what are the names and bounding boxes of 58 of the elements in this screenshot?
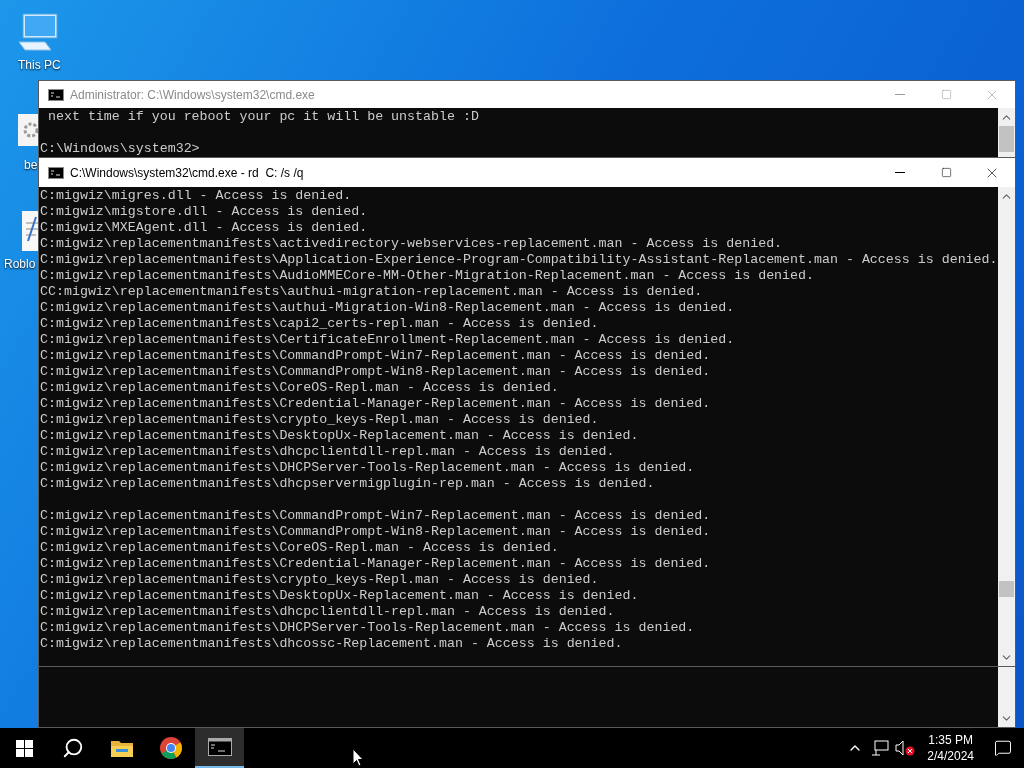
console-line: C:migwiz\migres.dll - Access is denied.: [40, 188, 353, 204]
console-line: C:migwiz\replacementmanifests\Credential-Manager-Replacement.man - Access is denied.: [40, 396, 712, 412]
terminal-icon: [48, 88, 64, 101]
console-line: C:migwiz\replacementmanifests\CommandPrompt-Win8-Replacement.man - Access is denied.: [40, 364, 712, 380]
gear-file-icon: [18, 114, 38, 146]
taskbar-button[interactable]: [195, 728, 244, 768]
console-line: C:migwiz\migstore.dll - Access is denied.: [40, 204, 369, 220]
console-line: C:migwiz\replacementmanifests\CertificateEnrollment-Replacement.man - Access is denied.: [40, 332, 736, 348]
console-line: CC:migwiz\replacementmanifests\authui-migration-replacement.man - Access is denied.: [40, 284, 704, 300]
console-line: C:migwiz\replacementmanifests\crypto_keys-Repl.man - Access is denied.: [40, 412, 600, 428]
console-line: C:migwiz\replacementmanifests\dhcossc-Replacement.man - Access is denied.: [40, 636, 624, 652]
scrollbar-thumb[interactable]: [999, 581, 1014, 597]
console-line: C:migwiz\replacementmanifests\Credential-Manager-Replacement.man - Access is denied.: [40, 556, 712, 572]
console-line: C:migwiz\replacementmanifests\DHCPServer-Tools-Replacement.man - Access is denied.: [40, 620, 696, 636]
console-line: C:migwiz\replacementmanifests\dhcpclientdll-repl.man - Access is denied.: [40, 604, 616, 620]
muted-speaker-icon[interactable]: [895, 740, 916, 756]
browser-icon: [158, 736, 183, 760]
maximize-icon: [940, 89, 952, 100]
console-line: C:migwiz\replacementmanifests\activedirectory-webservices-replacement.man - Access is denied.: [40, 236, 784, 252]
window-title: C:\Windows\system32\cmd.exe - rd C: /s /q: [70, 164, 305, 182]
console-line: C:\Windows\system32>: [40, 141, 201, 157]
console-line: C:migwiz\replacementmanifests\DesktopUx-Replacement.man - Access is denied.: [40, 588, 640, 604]
document-icon: [22, 211, 38, 251]
console-line: C:migwiz\replacementmanifests\DesktopUx-Replacement.man - Access is denied.: [40, 428, 640, 444]
search-icon: [61, 737, 84, 759]
console-line: C:migwiz\replacementmanifests\authui-Migration-Win8-Replacement.man - Access is denied.: [40, 300, 736, 316]
maximize-icon: [940, 167, 952, 178]
terminal-icon: [207, 738, 232, 756]
console-line: C:migwiz\replacementmanifests\Application-Experience-Program-Compatibility-Assistant-Replacement.man - Access is denied.: [40, 252, 998, 268]
folder-icon: [109, 738, 134, 758]
terminal-icon: [48, 166, 64, 179]
console-line: C:migwiz\replacementmanifests\dhcpclientdll-repl.man - Access is denied.: [40, 444, 616, 460]
minimize-icon: [895, 172, 905, 173]
notification-icon[interactable]: [994, 739, 1012, 757]
console-line: C:migwiz\replacementmanifests\dhcpservermigplugin-rep.man - Access is denied.: [40, 476, 656, 492]
scrollbar-thumb[interactable]: [999, 126, 1014, 152]
console-line: C:migwiz\replacementmanifests\CommandPrompt-Win7-Replacement.man - Access is denied.: [40, 348, 712, 364]
network-icon[interactable]: [871, 740, 890, 756]
windows-logo-icon: [15, 739, 33, 757]
console-line: C:migwiz\replacementmanifests\capi2_certs-repl.man - Access is denied.: [40, 316, 600, 332]
console-line: C:migwiz\replacementmanifests\CommandPrompt-Win8-Replacement.man - Access is denied.: [40, 524, 712, 540]
console-line: C:migwiz\replacementmanifests\CoreOS-Repl.man - Access is denied.: [40, 380, 560, 396]
computer-icon: [17, 12, 59, 52]
window-title: Administrator: C:\Windows\system32\cmd.exe: [70, 86, 316, 104]
console-line: C:migwiz\MXEAgent.dll - Access is denied.: [40, 220, 369, 236]
console-line: next time if you reboot your pc it will be unstable :D: [46, 109, 480, 125]
console-line: C:migwiz\replacementmanifests\CoreOS-Repl.man - Access is denied.: [40, 540, 560, 556]
console-line: C:migwiz\replacementmanifests\DHCPServer-Tools-Replacement.man - Access is denied.: [40, 460, 696, 476]
console-line: C:migwiz\replacementmanifests\CommandPrompt-Win7-Replacement.man - Access is denied.: [40, 508, 712, 524]
clock-time: 1:35 PM: [928, 732, 973, 748]
desktop-icon-label[interactable]: Roblo: [4, 257, 36, 271]
desktop-icon-label[interactable]: This PC: [18, 58, 61, 72]
clock-date: 2/4/2024: [927, 748, 974, 764]
console-line: C:migwiz\replacementmanifests\AudioMMECore-MM-Other-Migration-Replacement.man - Access is denied.: [40, 268, 815, 284]
console-line: C:migwiz\replacementmanifests\crypto_keys-Repl.man - Access is denied.: [40, 572, 600, 588]
desktop-icon-label[interactable]: be: [24, 158, 38, 172]
clock[interactable]: 1:35 PM 2/4/2024: [921, 732, 980, 764]
minimize-icon: [895, 94, 905, 95]
